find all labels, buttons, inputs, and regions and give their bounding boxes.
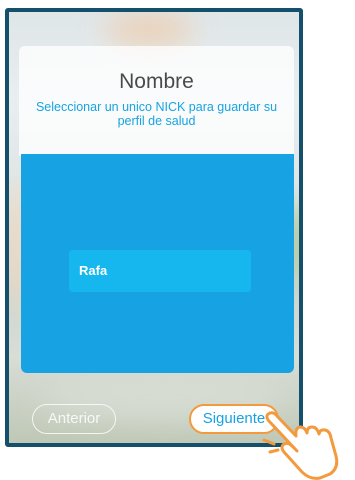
tutorial-stage: Nombre Seleccionar un unico NICK para gu… (0, 0, 355, 480)
background-photo (104, 12, 194, 47)
hand-pointer-icon (262, 411, 339, 480)
previous-button[interactable]: Anterior (32, 404, 116, 434)
page-title: Nombre (119, 70, 194, 93)
device-screen: Nombre Seleccionar un unico NICK para gu… (5, 8, 303, 447)
input-panel: Rafa (21, 154, 294, 373)
page-subtitle: Seleccionar un unico NICK para guardar s… (35, 100, 278, 128)
nick-input[interactable]: Rafa (69, 250, 251, 292)
